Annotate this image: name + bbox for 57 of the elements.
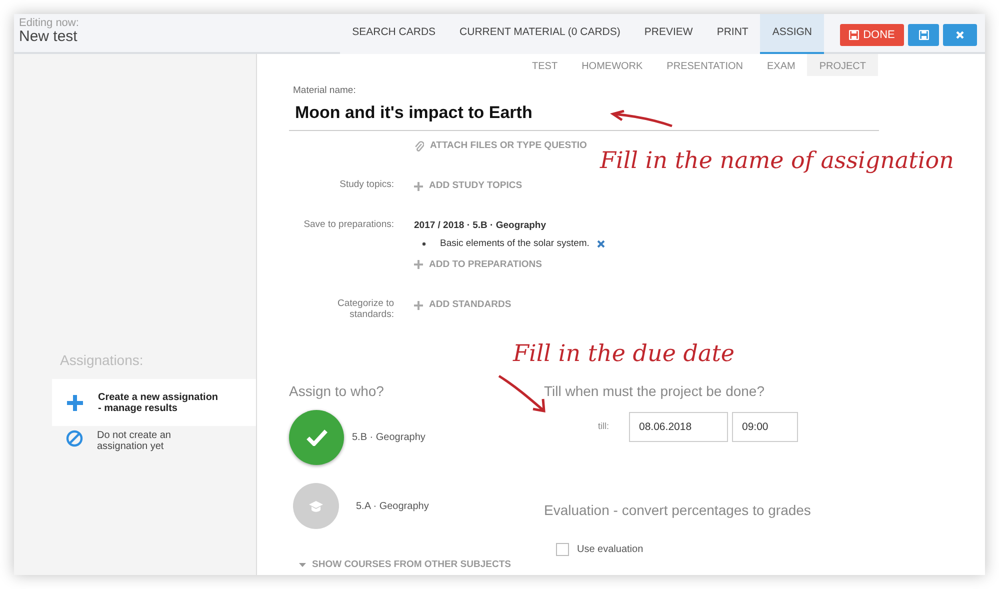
tab[interactable]: CURRENT MATERIAL (0 CARDS): [448, 14, 632, 54]
section-title: Till when must the project be done?: [544, 382, 764, 401]
document-title: New test: [19, 29, 78, 46]
attach-link[interactable]: ATTACH FILES OR TYPE QUESTIO: [414, 138, 587, 153]
plus-icon: [414, 182, 423, 191]
tab[interactable]: PREVIEW: [632, 14, 705, 54]
remove-icon[interactable]: [597, 240, 606, 248]
tab[interactable]: SEARCH CARDS: [340, 14, 448, 54]
graduation-cap-icon: [308, 500, 324, 513]
caret-icon: [299, 562, 306, 567]
section-title: Evaluation - convert percentages to grades: [544, 500, 811, 520]
annotation-text: Fill in the due date: [513, 343, 735, 366]
plus-icon: [414, 300, 423, 310]
check-icon: [306, 428, 328, 446]
checkbox[interactable]: [556, 542, 569, 556]
plus-icon: [414, 260, 423, 270]
course-name: 5.B · Geography: [352, 430, 426, 445]
field-label: Categorize to standards:: [336, 298, 394, 321]
tab[interactable]: ASSIGN: [760, 14, 824, 54]
material-type-tab[interactable]: PROJECT: [807, 54, 878, 76]
prohibited-icon: [66, 430, 83, 447]
add-link[interactable]: ADD STANDARDS: [414, 298, 512, 312]
section-title: Assignations:: [59, 351, 144, 370]
preparation-item: Basic elements of the solar system.: [440, 236, 590, 250]
till-label: till:: [598, 420, 609, 434]
plus-icon: [66, 394, 84, 412]
field-label: Material name:: [293, 84, 357, 98]
course-name: 5.A · Geography: [356, 500, 429, 514]
assignation-option[interactable]: Do not create an assignation yet: [52, 430, 256, 477]
save-button[interactable]: [908, 24, 939, 46]
annotation-text: Fill in the name of assignation: [600, 150, 954, 173]
material-name-field[interactable]: Moon and it's impact to Earth: [289, 98, 879, 131]
show-more-link[interactable]: SHOW COURSES FROM OTHER SUBJECTS: [299, 558, 511, 572]
material-type-tab[interactable]: TEST: [520, 54, 570, 76]
done-button[interactable]: DONE: [840, 24, 904, 46]
close-icon: [956, 31, 964, 39]
add-link[interactable]: ADD TO PREPARATIONS: [414, 258, 606, 272]
preparation-group: 2017 / 2018 · 5.B · Geography: [414, 219, 606, 234]
material-type-tab[interactable]: HOMEWORK: [570, 54, 655, 76]
time-field[interactable]: 09:00: [732, 412, 798, 442]
tab[interactable]: PRINT: [704, 14, 760, 54]
add-link[interactable]: ADD STUDY TOPICS: [414, 179, 522, 194]
bullet-icon: [422, 242, 426, 246]
paperclip-icon: [414, 140, 424, 152]
date-field[interactable]: 08.06.2018: [629, 412, 728, 442]
field-label: Study topics:: [338, 179, 394, 192]
material-type-tab[interactable]: PRESENTATION: [654, 54, 755, 76]
close-button[interactable]: [943, 24, 977, 46]
editing-caption: Editing now:: [19, 18, 79, 29]
save-icon: [849, 30, 860, 40]
assignation-option[interactable]: Create a new assignation - manage results: [52, 379, 256, 426]
save-icon: [918, 30, 928, 40]
checkbox-label: Use evaluation: [577, 542, 644, 557]
section-title: Assign to who?: [289, 382, 384, 401]
course-avatar[interactable]: [289, 410, 344, 465]
material-type-tab[interactable]: EXAM: [754, 54, 808, 76]
field-label: Save to preparations:: [302, 219, 394, 232]
